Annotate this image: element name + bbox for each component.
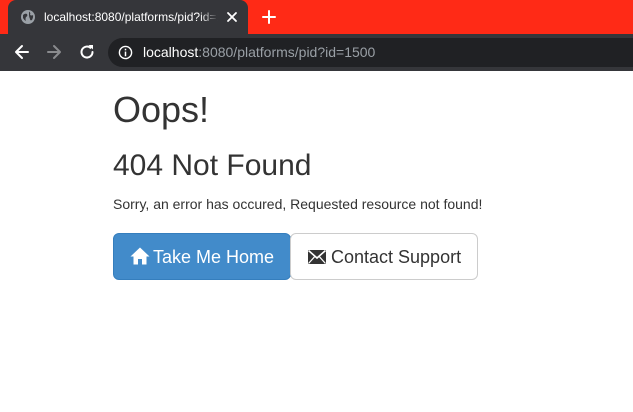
tab-strip: localhost:8080/platforms/pid?id=1500 [0,0,633,34]
page-title: Oops! [113,89,210,130]
contact-support-label: Contact Support [331,247,462,267]
address-bar[interactable]: localhost:8080/platforms/pid?id=1500 [108,38,633,67]
url-host: localhost [143,44,199,60]
tab-title: localhost:8080/platforms/pid?id=1500 [44,9,218,25]
url-text[interactable]: localhost:8080/platforms/pid?id=1500 [143,44,375,61]
globe-icon [21,10,35,24]
contact-support-button[interactable]: Contact Support [290,233,478,280]
forward-arrow-icon[interactable] [44,42,64,62]
home-icon [130,247,150,265]
browser-tab[interactable]: localhost:8080/platforms/pid?id=1500 [8,0,248,34]
back-arrow-icon[interactable] [12,42,32,62]
error-code-heading: 404 Not Found [113,149,312,182]
browser-toolbar: localhost:8080/platforms/pid?id=1500 [0,34,633,71]
plus-icon[interactable] [260,8,278,26]
envelope-icon [307,249,327,264]
reload-icon[interactable] [77,42,97,62]
info-icon[interactable] [118,45,133,60]
close-icon[interactable] [224,9,240,25]
url-path: :8080/platforms/pid?id=1500 [198,44,376,60]
error-message: Sorry, an error has occured, Requested r… [113,196,483,212]
take-me-home-label: Take Me Home [153,247,275,267]
page-content: Oops! 404 Not Found Sorry, an error has … [0,71,633,412]
take-me-home-button[interactable]: Take Me Home [113,233,291,280]
